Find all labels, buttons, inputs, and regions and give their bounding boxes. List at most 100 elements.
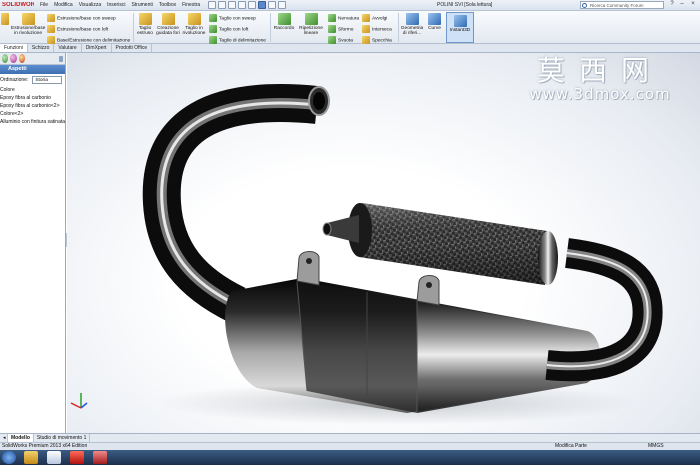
instant3d-icon: [454, 15, 467, 27]
cut-revolve-icon: [187, 13, 201, 25]
menu-finestra[interactable]: Finestra: [182, 2, 200, 8]
silencer-carbon-shade: [359, 203, 547, 285]
panel-arrow-icon[interactable]: [58, 55, 63, 62]
cut-extrude-label: Taglio estruso: [137, 26, 153, 36]
sweep-boss-icon: [47, 14, 55, 22]
intersect-icon: [362, 25, 370, 33]
cut-extrude-button[interactable]: Taglio estruso: [135, 13, 155, 36]
tab-scroll-left[interactable]: ◂: [0, 434, 8, 442]
hole-wizard-button[interactable]: Creazione guidata fori: [156, 13, 180, 36]
watermark-chinese: 莫西网: [536, 54, 663, 87]
tab-dimxpert[interactable]: DimXpert: [82, 44, 112, 52]
cut-loft-button[interactable]: Taglio con loft: [209, 25, 248, 33]
menu-inserisci[interactable]: Inserisci: [107, 2, 125, 8]
ribbon-separator: [133, 13, 134, 42]
draft-icon: [328, 25, 336, 33]
loft-boss-button[interactable]: Estrusione/base con loft: [47, 25, 108, 33]
ribbon-separator: [398, 13, 399, 42]
appearance-list: Colore Epoxy fibra al carbonio Epoxy fib…: [0, 86, 65, 126]
rebuild-icon[interactable]: [268, 1, 277, 9]
community-search-input[interactable]: Ricerca Community Forum: [580, 1, 664, 9]
list-item[interactable]: Colore<2>: [0, 110, 65, 118]
inlet-opening: [313, 92, 325, 110]
sort-select[interactable]: Storia: [32, 76, 63, 84]
new-document-icon[interactable]: [208, 1, 217, 9]
feature-manager-icon[interactable]: [2, 54, 9, 63]
reference-geometry-icon: [405, 13, 419, 25]
explorer-icon[interactable]: [24, 451, 38, 464]
browser-icon[interactable]: [47, 451, 61, 464]
graphics-viewport[interactable]: 莫西网 www.3dmox.com: [67, 53, 700, 433]
revolve-boss-button[interactable]: Estrusione/base in rivoluzione: [11, 13, 45, 36]
model-tabs: ◂ Modello Studio di movimento 1: [0, 433, 700, 442]
menu-file[interactable]: File: [40, 2, 48, 8]
intersect-button[interactable]: Interseca: [362, 25, 392, 33]
app-logo[interactable]: SOLIDWORKS: [0, 2, 34, 8]
tab-modello[interactable]: Modello: [8, 434, 34, 442]
mount-hole-right: [426, 282, 432, 288]
mirror-button[interactable]: Specchia: [362, 36, 392, 44]
intersect-label: Interseca: [372, 27, 392, 33]
list-item[interactable]: Epoxy fibra al carbonio<2>: [0, 102, 65, 110]
site-watermark: 莫西网 www.3dmox.com: [510, 54, 690, 103]
cut-sweep-button[interactable]: Taglio con sweep: [209, 14, 256, 22]
print-icon[interactable]: [238, 1, 247, 9]
app-taskbar-icon[interactable]: [93, 451, 107, 464]
wrap-button[interactable]: Avvolgi: [362, 14, 387, 22]
triad-x-axis: [70, 402, 82, 409]
tab-prodotti-office[interactable]: Prodotti Office: [112, 44, 153, 52]
appearance-icon[interactable]: [18, 54, 25, 63]
units-text[interactable]: MMGS: [648, 443, 664, 450]
minimize-icon[interactable]: –: [678, 1, 686, 9]
property-manager-icon[interactable]: [10, 54, 17, 63]
windows-taskbar: [0, 450, 700, 465]
sweep-boss-button[interactable]: Estrusione/base con sweep: [47, 14, 116, 22]
tab-schizzo[interactable]: Schizzo: [28, 44, 55, 52]
silencer-outlet: [322, 222, 332, 236]
help-icon[interactable]: ?: [668, 1, 676, 9]
extrude-boss-button[interactable]: [0, 13, 10, 26]
tab-funzioni[interactable]: Funzioni: [0, 44, 28, 52]
list-item[interactable]: Alluminio con finitura satinata: [0, 118, 65, 126]
reference-geometry-button[interactable]: Geometria di riferi...: [400, 13, 424, 36]
sweep-boss-label: Estrusione/base con sweep: [57, 16, 116, 22]
silencer-tail-cap: [327, 215, 359, 243]
cut-boundary-button[interactable]: Taglio di delimitazione: [209, 36, 266, 44]
fillet-button[interactable]: Raccordo: [272, 13, 296, 31]
shell-button[interactable]: Svuota: [328, 36, 353, 44]
instant3d-button[interactable]: Instant3D: [446, 12, 474, 43]
wrap-label: Avvolgi: [372, 16, 388, 22]
linear-pattern-button[interactable]: Ripetizione lineare: [297, 13, 325, 36]
list-item[interactable]: Epoxy fibra al carbonio: [0, 94, 65, 102]
boundary-boss-icon: [47, 36, 55, 44]
open-icon[interactable]: [218, 1, 227, 9]
cut-sweep-label: Taglio con sweep: [219, 16, 256, 22]
start-button-icon[interactable]: [2, 451, 16, 464]
tab-valutare[interactable]: Valutare: [54, 44, 82, 52]
draft-label: Sformo: [338, 27, 354, 33]
mirror-label: Specchia: [372, 38, 392, 44]
tab-motion-study[interactable]: Studio di movimento 1: [34, 434, 91, 442]
menu-modifica[interactable]: Modifica: [54, 2, 73, 8]
boundary-boss-button[interactable]: Base/Estrusione con delimitazione: [47, 36, 130, 44]
command-manager-tabs: Funzioni Schizzo Valutare DimXpert Prodo…: [0, 44, 700, 53]
close-icon[interactable]: ×: [689, 1, 697, 9]
draft-button[interactable]: Sformo: [328, 25, 353, 33]
curves-icon: [428, 13, 441, 25]
menu-visualizza[interactable]: Visualizza: [79, 2, 101, 8]
exhaust-model[interactable]: [67, 53, 700, 433]
rib-button[interactable]: Nervatura: [328, 14, 359, 22]
list-item[interactable]: Colore: [0, 86, 65, 94]
options-icon[interactable]: [278, 1, 287, 9]
curves-button[interactable]: Curve: [425, 13, 444, 31]
solidworks-taskbar-icon[interactable]: [70, 451, 84, 464]
undo-icon[interactable]: [248, 1, 257, 9]
system-tray-icon[interactable]: [640, 451, 670, 464]
menu-strumenti[interactable]: Strumenti: [131, 2, 152, 8]
select-icon[interactable]: [258, 1, 267, 9]
cut-sweep-icon: [209, 14, 217, 22]
mount-hole-left: [306, 258, 312, 264]
cut-revolve-button[interactable]: Taglio in rivoluzione: [182, 13, 206, 36]
save-icon[interactable]: [228, 1, 237, 9]
menu-toolbox[interactable]: Toolbox: [159, 2, 176, 8]
